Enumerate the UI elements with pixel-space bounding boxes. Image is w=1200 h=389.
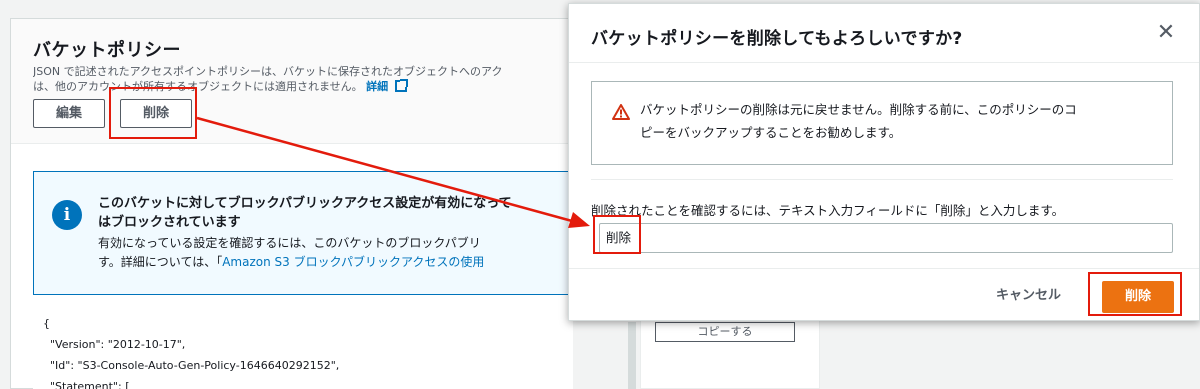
modal-header-divider [569, 62, 1199, 63]
learn-more-link[interactable]: 詳細 [366, 80, 388, 93]
alert-body-line1: 有効になっている設定を確認するには、このバケットのブロックパブリ [98, 236, 481, 250]
highlight-input-value [593, 215, 641, 254]
highlight-confirm-button [1088, 272, 1182, 316]
alert-body-line2: す。詳細については、「Amazon S3 ブロックパブリックアクセスの使用 [98, 253, 484, 272]
cancel-button[interactable]: キャンセル [981, 281, 1076, 311]
code-line: "Statement": [ [43, 380, 130, 389]
copy-button[interactable]: コピーする [655, 322, 795, 342]
scrollbar[interactable] [628, 322, 636, 389]
warning-line2: ピーをバックアップすることをお勧めします。 [640, 125, 902, 140]
edit-button[interactable]: 編集 [33, 99, 105, 128]
info-icon: i [52, 200, 82, 230]
modal-body-divider [591, 179, 1173, 180]
modal-title: バケットポリシーを削除してもよろしいですか? [591, 29, 963, 49]
page-title: バケットポリシー [33, 40, 181, 61]
alert-title-line2: はブロックされています [98, 215, 241, 230]
code-line: { [43, 317, 50, 330]
alert-body-prefix: す。詳細については、「 [98, 255, 223, 269]
code-line: "Version": "2012-10-17", [43, 338, 186, 351]
alert-title: このバケットに対してブロックパブリックアクセス設定が有効になって はブロックされ… [98, 194, 512, 232]
confirm-input[interactable]: 削除 [599, 223, 1173, 253]
alert-body: 有効になっている設定を確認するには、このバケットのブロックパブリ す。詳細につい… [98, 234, 484, 272]
confirm-label: 削除されたことを確認するには、テキスト入力フィールドに「削除」と入力します。 [591, 203, 1065, 218]
policy-description-line1: JSON で記述されたアクセスポイントポリシーは、バケットに保存されたオブジェク… [33, 65, 503, 78]
bucket-policy-header: バケットポリシー JSON で記述されたアクセスポイントポリシーは、バケットに保… [11, 19, 569, 144]
warning-alert: バケットポリシーの削除は元に戻せません。削除する前に、このポリシーのコ ピーをバ… [591, 81, 1173, 165]
block-public-access-link[interactable]: Amazon S3 ブロックパブリックアクセスの使用 [222, 255, 484, 269]
bucket-policy-panel: バケットポリシー JSON で記述されたアクセスポイントポリシーは、バケットに保… [10, 18, 573, 389]
policy-json-viewer: { "Version": "2012-10-17", "Id": "S3-Con… [33, 309, 573, 389]
copy-button-label: コピーする [697, 325, 753, 338]
warning-line1: バケットポリシーの削除は元に戻せません。削除する前に、このポリシーのコ [640, 102, 1077, 117]
code-line: "Id": "S3-Console-Auto-Gen-Policy-164664… [43, 359, 340, 372]
warning-icon [612, 104, 630, 120]
close-icon[interactable]: ✕ [1155, 22, 1177, 44]
policy-description-text: は、他のアカウントが所有するオブジェクトには適用されません。 [33, 80, 363, 93]
external-link-icon [394, 80, 407, 92]
highlight-delete-button [109, 87, 197, 139]
alert-title-line1: このバケットに対してブロックパブリックアクセス設定が有効になって [98, 196, 512, 211]
modal-footer-divider [569, 268, 1199, 269]
warning-text: バケットポリシーの削除は元に戻せません。削除する前に、このポリシーのコ ピーをバ… [640, 98, 1077, 144]
block-public-access-alert: i このバケットに対してブロックパブリックアクセス設定が有効になって はブロック… [33, 171, 573, 295]
